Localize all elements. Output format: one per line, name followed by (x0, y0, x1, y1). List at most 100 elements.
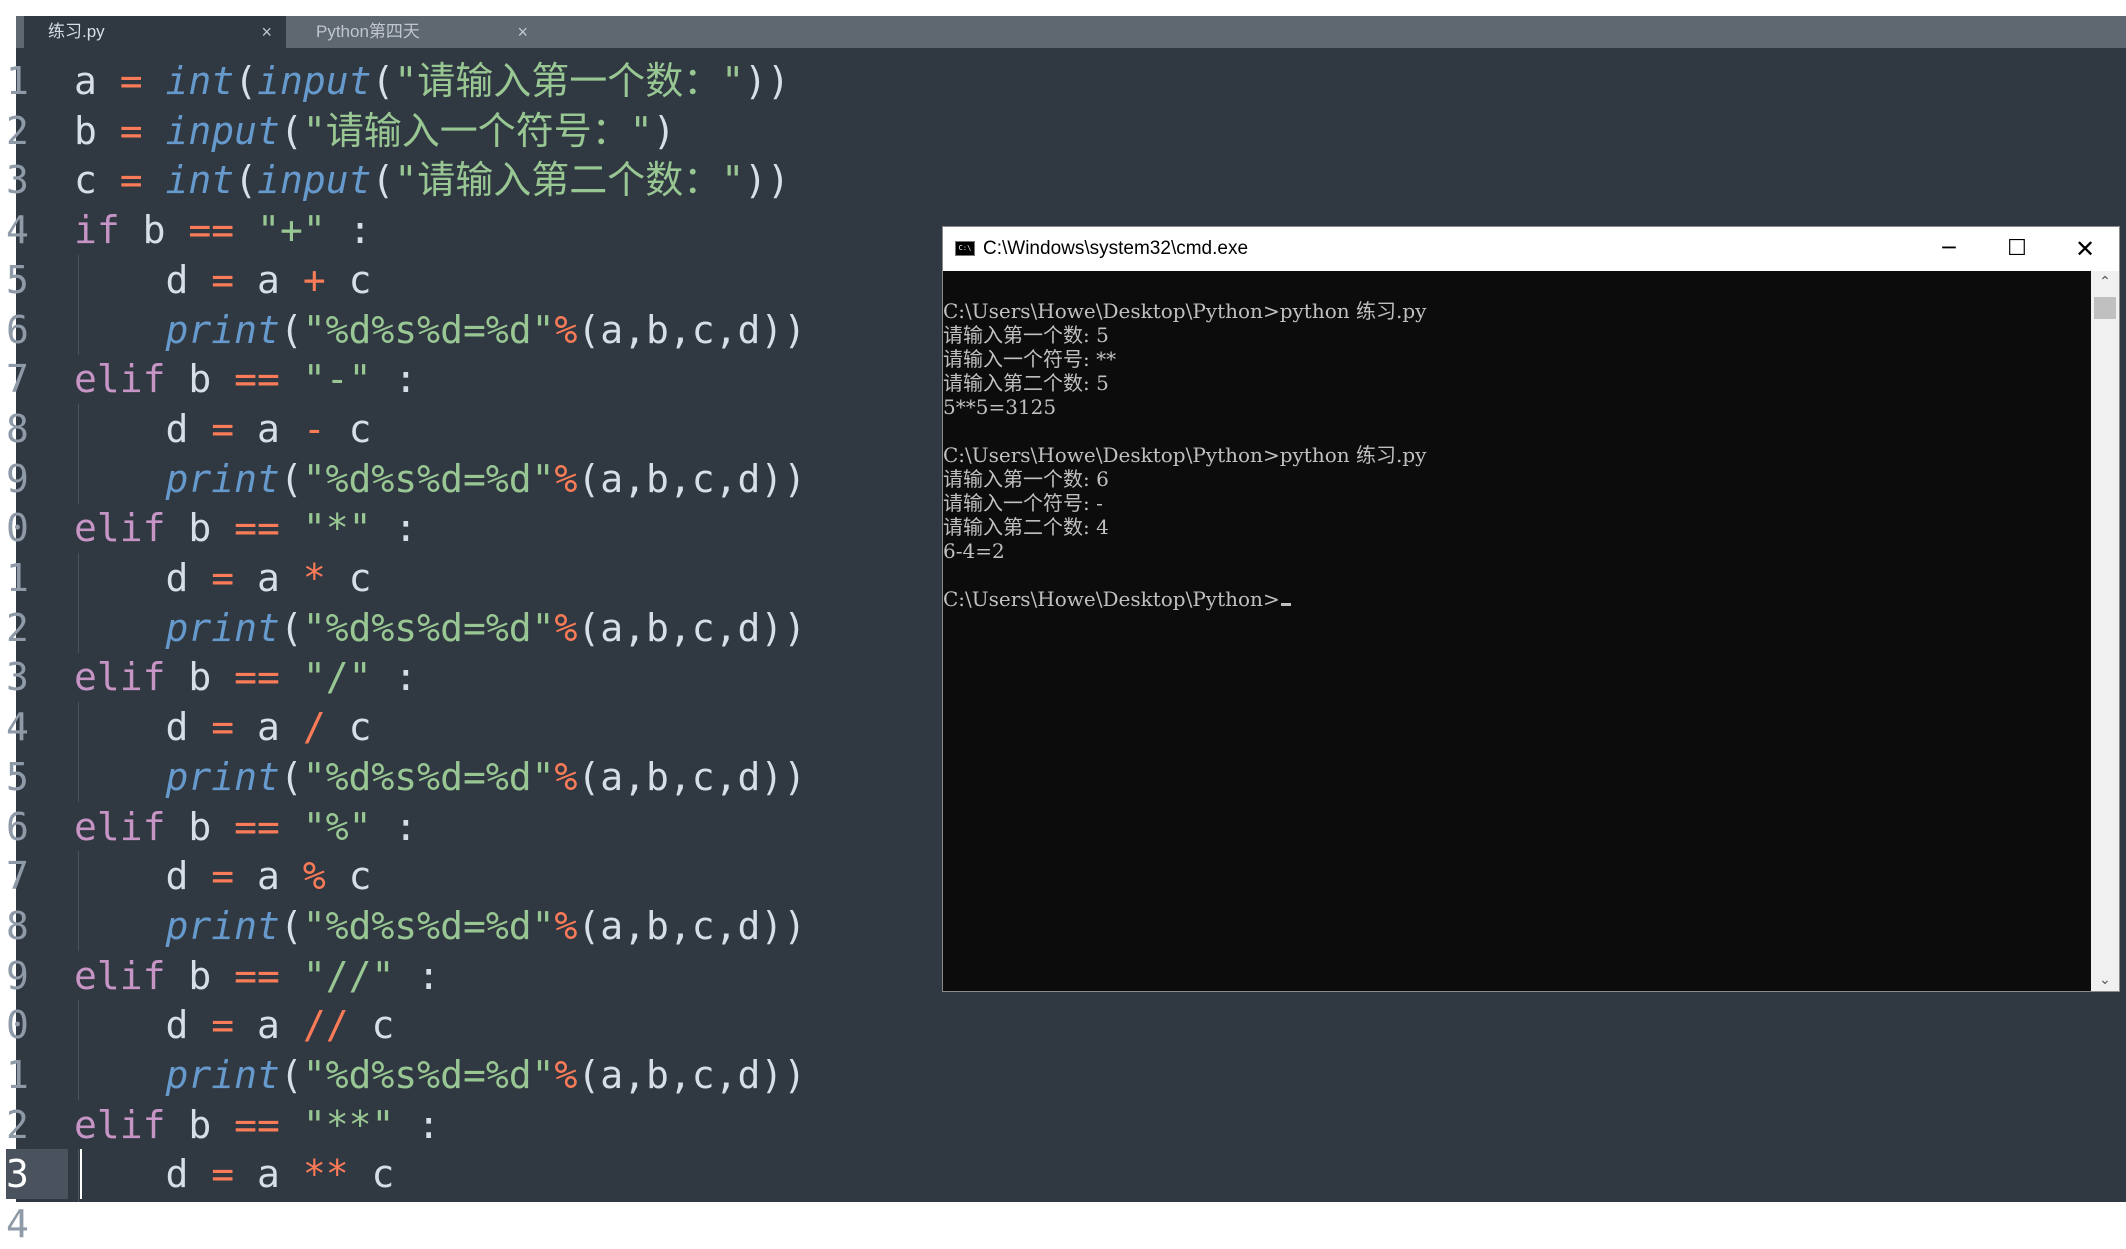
builtin-token: print (165, 754, 280, 799)
operator-token: == (234, 953, 280, 998)
tab-python-day4[interactable]: Python第四天 × (292, 16, 542, 48)
code-token: : (371, 506, 418, 551)
code-token: ( (279, 456, 303, 501)
code-line[interactable]: print("%d%s%d=%d"%(a,b,c,d)) (74, 900, 806, 951)
string-token: "-" (302, 357, 372, 402)
cmd-icon: C:\ (955, 241, 975, 256)
close-icon[interactable]: × (517, 16, 528, 48)
code-line[interactable]: d = a / c (74, 702, 371, 753)
code-line[interactable]: elif b == "%" : (74, 802, 417, 852)
code-token: : (371, 655, 418, 700)
code-line[interactable]: elif b == "-" : (74, 354, 417, 404)
code-line[interactable]: d = a % c (74, 851, 371, 902)
code-line[interactable]: d = a + c (74, 254, 371, 305)
line-number: 4 (6, 705, 29, 750)
line-number: 3 (6, 158, 29, 203)
code-area[interactable]: a = int(input("请输入第一个数：")) b = input("请输入… (74, 56, 934, 1202)
operator-token: // (302, 1003, 349, 1048)
string-token: "%d%s%d=%d" (302, 307, 555, 352)
code-line[interactable]: a = int(input("请输入第一个数：")) (74, 56, 790, 106)
line-number: 0 (6, 1003, 29, 1048)
code-line[interactable]: print("%d%s%d=%d"%(a,b,c,d)) (74, 602, 807, 653)
code-token: (a,b,c,d)) (577, 605, 807, 650)
cmd-window[interactable]: C:\ C:\Windows\system32\cmd.exe ─ ☐ ✕ C:… (942, 226, 2120, 992)
console-output[interactable]: C:\Users\Howe\Desktop\Python>python 练习.p… (943, 271, 2091, 991)
code-token: ( (279, 754, 303, 799)
code-token: a (74, 59, 120, 103)
console-line: C:\Users\Howe\Desktop\Python>python 练习.p… (943, 299, 1426, 323)
operator-token: == (234, 506, 280, 551)
maximize-button[interactable]: ☐ (1983, 227, 2051, 271)
console-text: C:\Users\Howe\Desktop\Python>python 练习.p… (943, 443, 1427, 467)
code-token: a (234, 705, 303, 750)
code-line[interactable]: print("%d%s%d=%d"%(a,b,c,d)) (74, 751, 806, 802)
line-number: 9 (6, 953, 29, 998)
operator-token: % (302, 854, 326, 899)
code-line[interactable]: elif b == "/" : (74, 652, 417, 702)
tab-label: 练习.py (48, 22, 105, 41)
line-number: 6 (6, 307, 29, 352)
string-token: "+" (257, 208, 326, 253)
code-token: a (234, 1152, 303, 1197)
minimize-button[interactable]: ─ (1915, 227, 1983, 271)
code-line[interactable]: d = a - c (74, 403, 372, 454)
cmd-titlebar[interactable]: C:\ C:\Windows\system32\cmd.exe ─ ☐ ✕ (943, 227, 2119, 271)
code-token: ( (279, 307, 303, 352)
code-line[interactable]: print("%d%s%d=%d"%(a,b,c,d)) (74, 304, 806, 355)
tab-lianxi-py[interactable]: 练习.py × (24, 16, 286, 48)
code-token: : (394, 953, 441, 998)
console-text: 请输入第一个数: 6 (943, 467, 1109, 491)
line-number: 2 (6, 1102, 29, 1147)
operator-token: = (119, 158, 143, 203)
code-token: a (234, 1003, 303, 1048)
operator-token: % (554, 903, 578, 948)
operator-token: == (234, 357, 280, 402)
code-line[interactable]: d = a ** c (74, 1149, 394, 1200)
code-line[interactable]: b = input("请输入一个符号：") (74, 106, 675, 156)
line-number: 1 (6, 59, 29, 103)
code-line[interactable]: print("%d%s%d=%d"%(a,b,c,d)) (74, 453, 806, 504)
code-line[interactable]: d = a // c (74, 1000, 394, 1051)
console-line: C:\Users\Howe\Desktop\Python>python 练习.p… (943, 443, 1426, 467)
scroll-down-icon[interactable]: ⌄ (2091, 969, 2119, 991)
scrollbar-thumb[interactable] (2094, 297, 2116, 319)
code-line[interactable]: elif b == "//" : (74, 951, 440, 1001)
vertical-scrollbar[interactable]: ⌃ ⌄ (2091, 271, 2119, 991)
code-token: c (325, 406, 372, 451)
code-line[interactable]: elif b == "**" : (74, 1100, 440, 1150)
operator-token: = (119, 108, 143, 153)
operator-token: = (211, 854, 235, 899)
code-token: c (325, 556, 372, 600)
code-line[interactable]: elif b == "*" : (74, 503, 417, 553)
keyword-token: elif (74, 655, 166, 700)
builtin-token: print (165, 456, 280, 501)
code-line[interactable]: c = int(input("请输入第二个数：")) (74, 155, 790, 205)
operator-token: % (554, 605, 578, 650)
operator-token: == (188, 208, 235, 253)
builtin-token: input (257, 59, 372, 103)
scroll-up-icon[interactable]: ⌃ (2091, 271, 2119, 293)
code-token: ( (371, 158, 395, 203)
code-line[interactable]: d = a * c (74, 553, 371, 603)
line-number: 2 (6, 605, 29, 650)
code-token: d (74, 1152, 212, 1197)
code-line[interactable]: print("%d%s%d=%d"%(a,b,c,d)) (74, 1050, 806, 1100)
code-token: )) (744, 59, 790, 103)
line-number: 0 (6, 506, 29, 551)
line-number: 4 (6, 1202, 29, 1247)
console-text: 6-4=2 (943, 539, 1005, 563)
close-icon[interactable]: × (261, 16, 272, 48)
code-line[interactable]: if b == "+" : (74, 205, 371, 255)
close-button[interactable]: ✕ (2051, 227, 2119, 271)
tab-bar: 练习.py × Python第四天 × (16, 16, 2126, 48)
code-token: a (234, 854, 303, 899)
console-line: 请输入第一个数: 5 (943, 323, 1109, 347)
code-token: ( (371, 59, 395, 103)
line-number: 9 (6, 456, 29, 501)
